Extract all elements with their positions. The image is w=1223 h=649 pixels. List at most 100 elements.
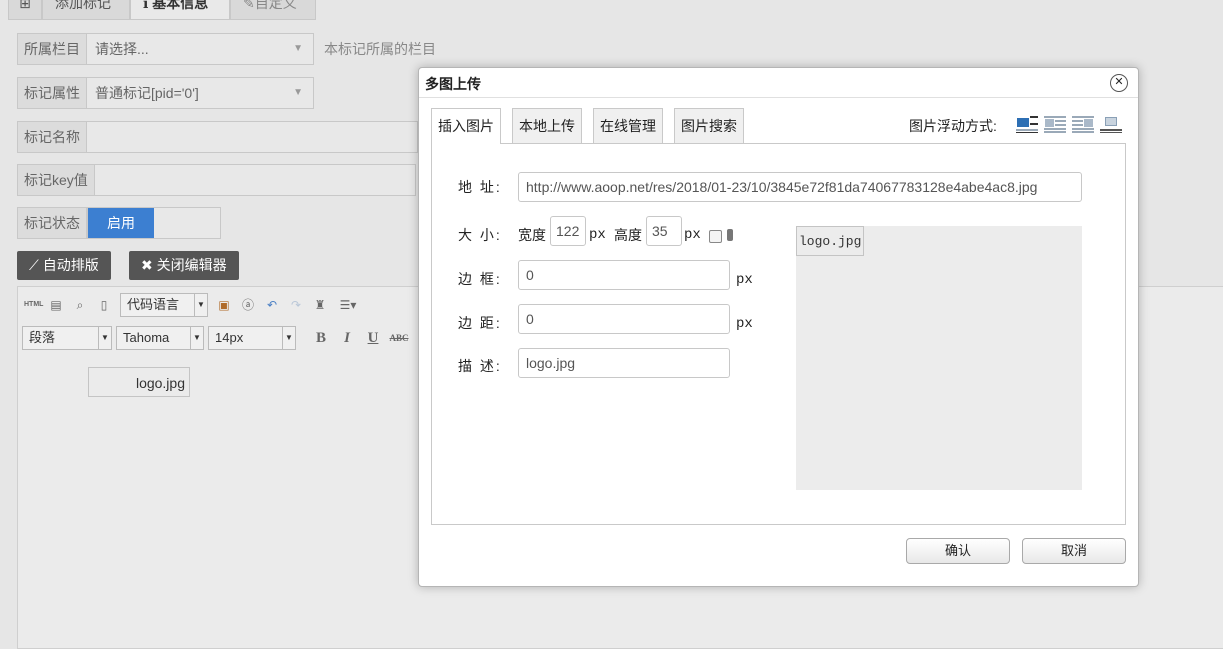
html-icon[interactable]: HTML [24, 297, 43, 313]
insert-image-panel: 地 址: http://www.aoop.net/res/2018/01-23/… [431, 143, 1126, 525]
float-left-icon[interactable] [1044, 115, 1066, 133]
preview-image: logo.jpg [796, 226, 865, 256]
chevron-down-icon: ▼ [194, 294, 207, 316]
row-name: 标记名称 [17, 121, 418, 153]
column-select[interactable]: 请选择... ▼ [87, 33, 314, 65]
float-mode-label: 图片浮动方式: [909, 118, 997, 134]
status-label: 标记状态 [17, 207, 87, 239]
wrench-icon: ✎ [243, 0, 255, 11]
row-key: 标记key值 [17, 164, 416, 196]
tab-add-mark[interactable]: 添加标记 [42, 0, 130, 20]
magic-wand-icon: ⟋ [29, 257, 39, 273]
template-icon[interactable]: ▯ [96, 297, 112, 313]
status-toggle-off[interactable] [154, 208, 220, 238]
image-preview: logo.jpg [796, 226, 1082, 490]
border-label: 边 框: [458, 271, 502, 287]
chevron-down-icon: ▼ [282, 327, 295, 349]
row-status: 标记状态 启用 [17, 207, 221, 239]
close-icon: ✖ [141, 257, 153, 273]
lock-ratio-checkbox[interactable] [709, 230, 722, 243]
code-language-value: 代码语言 [127, 297, 180, 312]
find-replace-icon[interactable]: ♜ [312, 297, 328, 313]
strikethrough-icon[interactable]: ABC [388, 333, 410, 343]
paste-word-icon[interactable]: ⓐ [240, 297, 256, 313]
chevron-down-icon: ▼ [293, 43, 303, 54]
description-label: 描 述: [458, 358, 502, 374]
multi-image-upload-dialog: 多图上传 ✕ 插入图片 本地上传 在线管理 图片搜索 图片浮动方式: 地 址: … [418, 67, 1139, 587]
close-editor-label: 关闭编辑器 [156, 257, 227, 273]
undo-icon[interactable]: ↶ [264, 297, 280, 313]
font-family-value: Tahoma [123, 330, 170, 345]
code-language-select[interactable]: 代码语言 ▼ [120, 293, 208, 317]
font-size-select[interactable]: 14px ▼ [208, 326, 296, 350]
lock-icon [727, 229, 733, 241]
tab-plus-icon[interactable]: ⊞ [8, 0, 42, 20]
float-right-icon[interactable] [1072, 115, 1094, 133]
redo-icon[interactable]: ↷ [288, 297, 304, 313]
margin-px: px [736, 316, 753, 332]
chevron-down-icon: ▼ [98, 327, 111, 349]
chevron-down-icon: ▼ [293, 87, 303, 98]
dialog-title: 多图上传 [425, 76, 481, 92]
height-px: px [684, 227, 701, 243]
width-px: px [589, 227, 606, 243]
status-toggle[interactable]: 启用 [87, 207, 221, 239]
top-tabs: ⊞ 添加标记 ℹ 基本信息 ✎自定义 [0, 0, 1223, 20]
height-label: 高度 [614, 227, 642, 243]
paste-text-icon[interactable]: ▣ [216, 297, 232, 313]
editor-toolbar-2: 段落 ▼ Tahoma ▼ 14px ▼ B I U ABC [22, 325, 410, 351]
paragraph-value: 段落 [29, 330, 56, 345]
italic-icon[interactable]: I [336, 330, 358, 347]
underline-icon[interactable]: U [362, 330, 384, 347]
column-select-value: 请选择... [95, 41, 149, 57]
tab-base-info[interactable]: ℹ 基本信息 [130, 0, 230, 20]
width-label: 宽度 [518, 227, 546, 243]
float-mode-options [1016, 115, 1122, 133]
name-input[interactable] [87, 121, 418, 153]
status-toggle-on[interactable]: 启用 [88, 208, 154, 238]
chevron-down-icon: ▼ [190, 327, 203, 349]
row-column: 所属栏目 请选择... ▼ 本标记所属的栏目 [17, 33, 436, 65]
ordered-list-icon[interactable]: ☰▾ [336, 297, 360, 313]
attr-select[interactable]: 普通标记[pid='0'] ▼ [87, 77, 314, 109]
width-input[interactable]: 122 [550, 216, 586, 246]
confirm-button[interactable]: 确认 [906, 538, 1010, 564]
address-label: 地 址: [458, 179, 502, 195]
close-editor-button[interactable]: ✖ 关闭编辑器 [129, 251, 239, 280]
size-label: 大 小: [458, 227, 502, 243]
content-image[interactable]: logo.jpg [88, 367, 190, 397]
tab-local-upload[interactable]: 本地上传 [512, 108, 582, 143]
dialog-header-divider [419, 97, 1138, 98]
close-icon[interactable]: ✕ [1110, 74, 1128, 92]
column-help: 本标记所属的栏目 [324, 41, 436, 57]
tab-insert-image[interactable]: 插入图片 [431, 108, 501, 144]
print-icon[interactable]: ▤ [48, 297, 64, 313]
tab-image-search[interactable]: 图片搜索 [674, 108, 744, 143]
margin-input[interactable]: 0 [518, 304, 730, 334]
float-none-icon[interactable] [1016, 115, 1038, 133]
font-family-select[interactable]: Tahoma ▼ [116, 326, 204, 350]
preview-icon[interactable]: ⌕ [72, 297, 88, 313]
info-icon: ℹ [143, 0, 153, 11]
key-input[interactable] [94, 164, 416, 196]
image-url-input[interactable]: http://www.aoop.net/res/2018/01-23/10/38… [518, 172, 1082, 202]
float-center-icon[interactable] [1100, 115, 1122, 133]
tab-online-manage[interactable]: 在线管理 [593, 108, 663, 143]
attr-select-value: 普通标记[pid='0'] [95, 85, 199, 101]
paragraph-select[interactable]: 段落 ▼ [22, 326, 112, 350]
row-attr: 标记属性 普通标记[pid='0'] ▼ [17, 77, 314, 109]
border-input[interactable]: 0 [518, 260, 730, 290]
tab-custom-label: 自定义 [254, 0, 297, 11]
bold-icon[interactable]: B [310, 330, 332, 347]
height-input[interactable]: 35 [646, 216, 682, 246]
attr-label: 标记属性 [17, 77, 87, 109]
description-input[interactable]: logo.jpg [518, 348, 730, 378]
auto-layout-label: 自动排版 [42, 257, 99, 273]
column-label: 所属栏目 [17, 33, 87, 65]
auto-layout-button[interactable]: ⟋ 自动排版 [17, 251, 111, 280]
border-px: px [736, 272, 753, 288]
cancel-button[interactable]: 取消 [1022, 538, 1126, 564]
key-label: 标记key值 [17, 164, 95, 196]
font-size-value: 14px [215, 330, 244, 345]
tab-custom[interactable]: ✎自定义 [230, 0, 316, 20]
